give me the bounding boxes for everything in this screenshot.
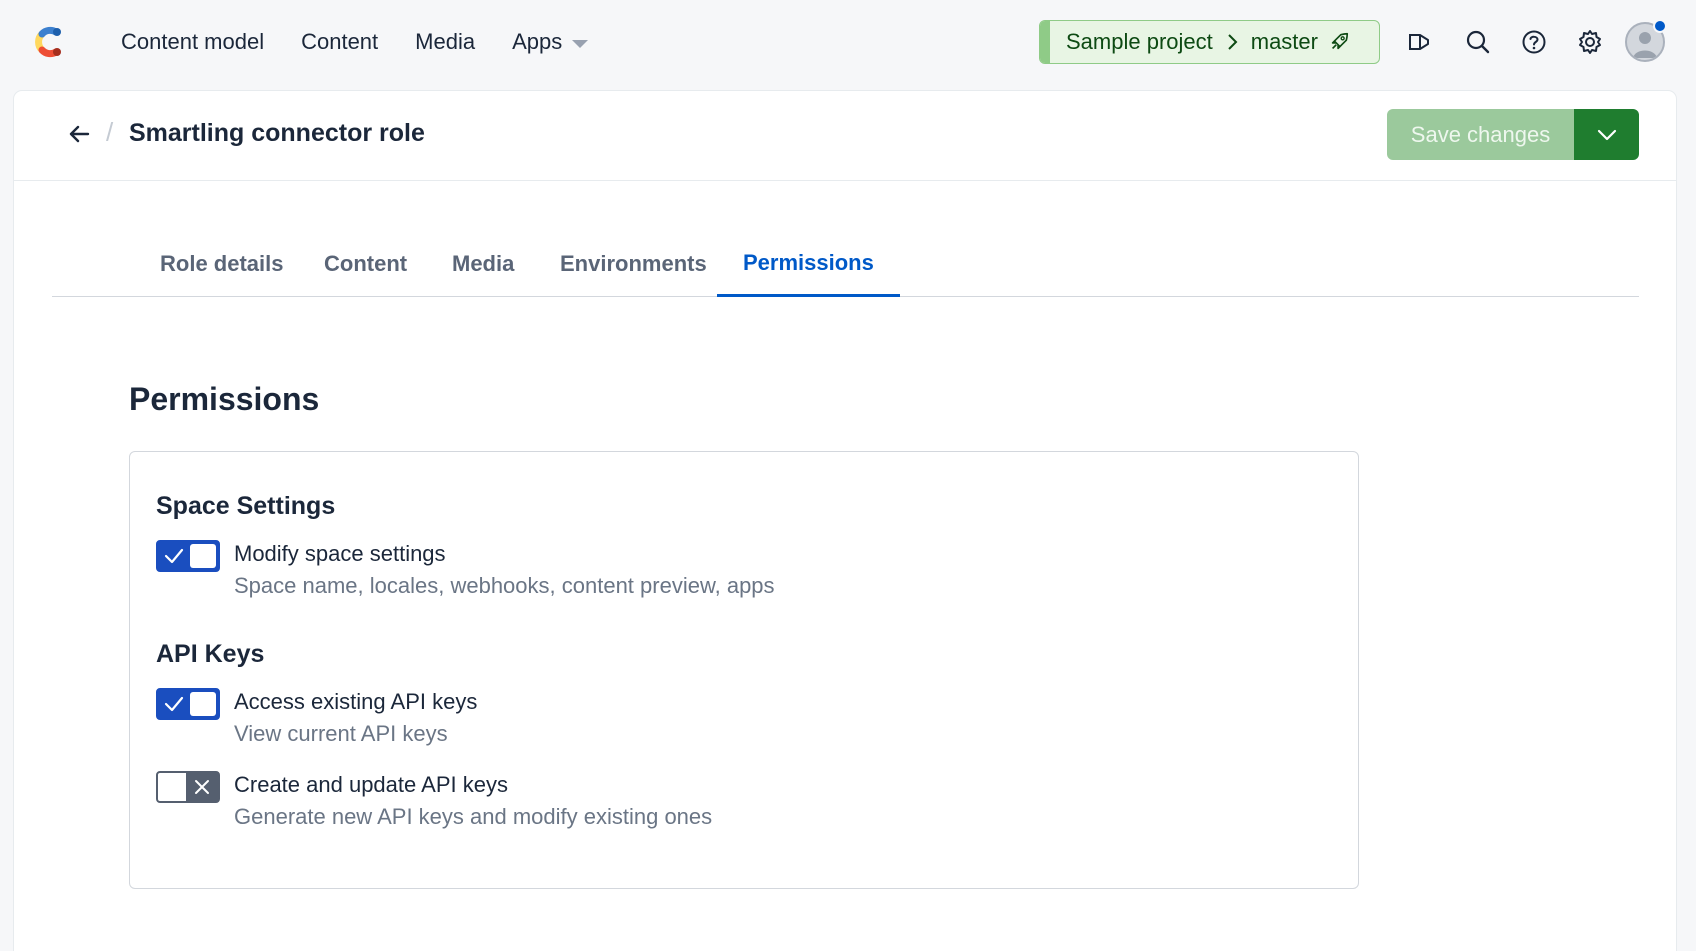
breadcrumb-separator: /	[106, 117, 114, 147]
page-header: / Smartling connector role Save changes	[14, 91, 1676, 181]
toggle-knob	[190, 544, 216, 568]
main-nav: Content model Content Media Apps	[121, 26, 625, 58]
tab-content[interactable]: Content	[298, 231, 433, 297]
group-title-space-settings: Space Settings	[156, 492, 336, 520]
page-title: Smartling connector role	[129, 119, 425, 147]
back-arrow-icon[interactable]	[64, 119, 94, 149]
check-icon	[164, 696, 184, 712]
permission-create-update-api-keys: Create and update API keys Generate new …	[156, 771, 712, 831]
permission-modify-space-settings: Modify space settings Space name, locale…	[156, 540, 775, 600]
toggle-knob	[160, 775, 186, 799]
notification-dot	[1653, 19, 1667, 33]
tab-role-details[interactable]: Role details	[134, 231, 309, 297]
section-title: Permissions	[129, 381, 320, 417]
toggle-knob	[190, 692, 216, 716]
permission-label: Create and update API keys	[234, 772, 508, 797]
search-icon[interactable]	[1464, 28, 1492, 56]
main-panel: / Smartling connector role Save changes …	[14, 91, 1676, 951]
nav-media[interactable]: Media	[415, 26, 475, 58]
announcement-icon[interactable]	[1406, 28, 1434, 56]
permission-description: Space name, locales, webhooks, content p…	[234, 573, 775, 598]
environment-switcher[interactable]: Sample project master	[1039, 20, 1380, 64]
permissions-card: Space Settings Modify space settings Spa…	[129, 451, 1359, 889]
tab-media[interactable]: Media	[426, 231, 540, 297]
nav-content-model[interactable]: Content model	[121, 26, 264, 58]
permission-label: Modify space settings	[234, 541, 446, 566]
contentful-logo[interactable]	[28, 22, 68, 62]
settings-icon[interactable]	[1576, 28, 1604, 56]
space-name: Sample project	[1066, 29, 1213, 54]
access-api-keys-toggle[interactable]	[156, 688, 220, 720]
save-button-group: Save changes	[1387, 109, 1639, 160]
chevron-down-icon	[1597, 129, 1616, 140]
tab-environments[interactable]: Environments	[534, 231, 733, 297]
tab-permissions[interactable]: Permissions	[717, 231, 900, 297]
role-tabs: Role details Content Media Environments …	[52, 231, 1639, 297]
permission-description: View current API keys	[234, 721, 448, 746]
save-options-dropdown[interactable]	[1574, 109, 1639, 160]
check-icon	[164, 548, 184, 564]
modify-space-settings-toggle[interactable]	[156, 540, 220, 572]
close-icon	[195, 780, 209, 794]
chevron-down-icon	[572, 39, 589, 48]
chevron-right-icon	[1228, 34, 1238, 50]
rocket-icon	[1331, 32, 1349, 50]
permission-label: Access existing API keys	[234, 689, 478, 714]
nav-apps[interactable]: Apps	[512, 26, 589, 58]
permission-access-api-keys: Access existing API keys View current AP…	[156, 688, 477, 748]
nav-content[interactable]: Content	[301, 26, 378, 58]
help-icon[interactable]	[1520, 28, 1548, 56]
permission-description: Generate new API keys and modify existin…	[234, 804, 713, 829]
group-title-api-keys: API Keys	[156, 640, 265, 668]
create-update-api-keys-toggle[interactable]	[156, 771, 220, 803]
environment-name: master	[1250, 29, 1318, 54]
environment-stripe	[1040, 21, 1050, 63]
save-changes-button[interactable]: Save changes	[1387, 109, 1574, 160]
top-navigation: Content model Content Media Apps Sample …	[0, 0, 1696, 88]
